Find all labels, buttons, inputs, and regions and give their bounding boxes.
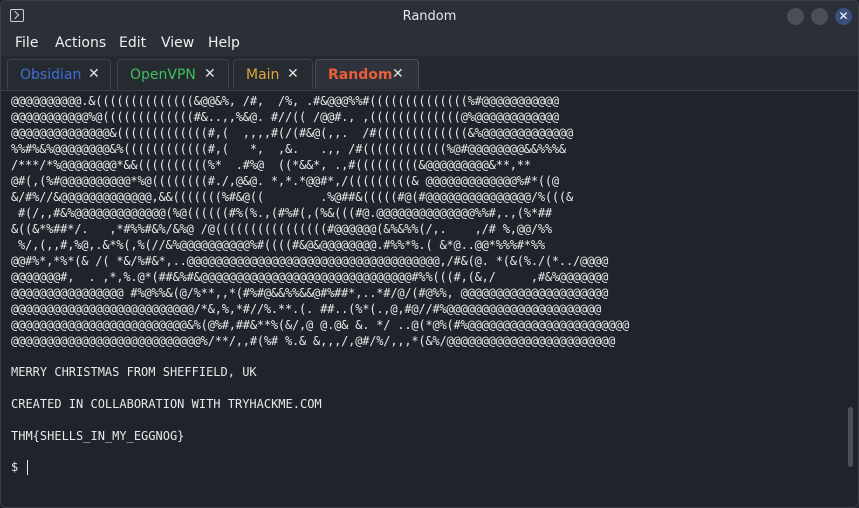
minimize-button[interactable]	[787, 8, 804, 25]
maximize-button[interactable]	[811, 8, 828, 25]
menu-edit[interactable]: Edit	[119, 35, 146, 51]
tab-label: Main	[246, 67, 280, 83]
close-icon[interactable]: ✕	[392, 66, 404, 82]
menu-view[interactable]: View	[161, 35, 194, 51]
tab-label: Random	[328, 67, 393, 83]
ascii-line: %%#%&%@@@@@@@@&%((((((((((((#,( *, ,&. .…	[11, 142, 566, 156]
ascii-line: @@#%*,*%*(& /( *&/%#&*,..@@@@@@@@@@@@@@@…	[11, 254, 609, 268]
ascii-line: &((&*%##*/. ,*#%%#&%/&%@ /@(((((((((((((…	[11, 222, 552, 236]
ascii-line: %/,(,,#,%@,.&*%(,%(//&%@@@@@@@@@@%#((((#…	[11, 238, 545, 252]
ascii-line: @@@@@@@@@@@@@@&(((((((((((((#,( ,,,,#(/(…	[11, 126, 573, 140]
ascii-line: #(/,,#&%@@@@@@@@@@@@@(%@((((((#%(%.,(#%#…	[11, 206, 552, 220]
ascii-line: @#(,(%#@@@@@@@@@@*%@((((((((#./,@&@. *,*…	[11, 174, 559, 188]
title-bar: Random ✕	[1, 1, 858, 32]
menu-bar: File Actions Edit View Help	[1, 32, 858, 56]
ascii-line: /***/*%@@@@@@@@*&&((((((((((%* .#%@ ((*&…	[11, 158, 531, 172]
tab-label: OpenVPN	[130, 67, 196, 83]
ascii-art: @@@@@@@@@@.&((((((((((((((&@@&%, /#, /%,…	[11, 93, 629, 349]
close-icon[interactable]: ✕	[204, 66, 216, 82]
ascii-line: &/#%//&@@@@@@@@@@@@@,&&(((((((%#&@(( .%@…	[11, 190, 573, 204]
menu-file[interactable]: File	[15, 35, 38, 51]
ascii-line: @@@@@@@@@@@%@(((((((((((((#&..,,%&@. #//…	[11, 110, 559, 124]
flag-line: THM{SHELLS_IN_MY_EGGNOG}	[11, 429, 185, 443]
close-icon[interactable]: ✕	[287, 66, 299, 82]
ascii-line: @@@@@@@@@@@@@@@@@@@@@@@@@@@%/**/,,#(%# %…	[11, 334, 616, 348]
ascii-line: @@@@@@@@@@.&((((((((((((((&@@&%, /#, /%,…	[11, 94, 559, 108]
tab-bar: Obsidian ✕ OpenVPN ✕ Main ✕ Random ✕	[1, 56, 858, 91]
ascii-line: @@@@@@@#, . ,*,%.@*(##&%#&@@@@@@@@@@@@@@…	[11, 270, 609, 284]
message-line: MERRY CHRISTMAS FROM SHEFFIELD, UK	[11, 365, 257, 379]
scrollbar[interactable]	[848, 407, 853, 467]
menu-actions[interactable]: Actions	[55, 35, 106, 51]
message-line: CREATED IN COLLABORATION WITH TRYHACKME.…	[11, 397, 322, 411]
shell-prompt: $	[11, 460, 19, 474]
tab-main[interactable]: Main ✕	[233, 59, 313, 89]
close-icon[interactable]: ✕	[88, 66, 100, 82]
tab-obsidian[interactable]: Obsidian ✕	[7, 59, 111, 89]
ascii-line: @@@@@@@@@@@@@@@@@@@@@@@@@@/*&,%,*#//%.**…	[11, 302, 602, 316]
text-cursor	[27, 460, 28, 475]
ascii-line: @@@@@@@@@@@@@@@@@@@@@@@@@&%(@%#,##&**%(&…	[11, 318, 630, 332]
tab-random[interactable]: Random ✕	[315, 59, 419, 89]
terminal-output[interactable]: @@@@@@@@@@.&((((((((((((((&@@&%, /#, /%,…	[1, 91, 858, 507]
ascii-line: @@@@@@@@@@@@@@@@ #%@%%&(@/%**,,*(#%#@&&%…	[11, 286, 609, 300]
menu-help[interactable]: Help	[208, 35, 240, 51]
terminal-window: Random ✕ File Actions Edit View Help Obs…	[0, 0, 859, 508]
window-title: Random	[402, 9, 457, 24]
tab-openvpn[interactable]: OpenVPN ✕	[117, 59, 229, 89]
close-button[interactable]: ✕	[835, 8, 852, 25]
tab-label: Obsidian	[20, 67, 82, 83]
